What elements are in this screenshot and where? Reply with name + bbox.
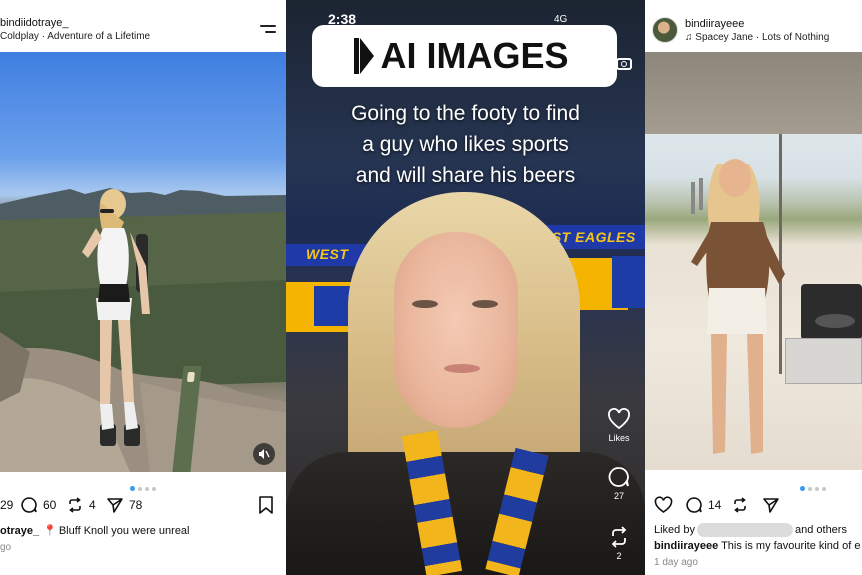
post-caption: otraye_ 📍 Bluff Knoll you were unreal (0, 524, 190, 537)
post-actions-bar: 14 (645, 494, 862, 516)
repost-count: 4 (89, 498, 96, 512)
caption-text: This is my favourite kind of e (721, 540, 861, 552)
stadium-sign-left-text: WEST (306, 246, 349, 262)
avatar[interactable] (652, 17, 678, 43)
post-song-text: Spacey Jane · Lots of Nothing (695, 32, 830, 43)
video-share-button[interactable]: 2 (604, 526, 634, 561)
middle-video-frame: WEST EST EAGLES 2:38 4G AI IMAGES Going … (286, 0, 645, 575)
comment-action[interactable]: 14 (685, 494, 721, 516)
blurred-username (696, 523, 793, 537)
share-icon (107, 498, 123, 513)
post-caption: bindiirayeee This is my favourite kind o… (654, 540, 860, 552)
caption-username[interactable]: bindiirayeee (654, 540, 718, 552)
save-action[interactable] (258, 494, 274, 516)
badge-text: AI IMAGES (380, 35, 569, 76)
repost-action[interactable] (731, 494, 749, 516)
left-eye (412, 300, 438, 308)
like-count: 29 (0, 498, 14, 512)
play-brand-icon (354, 38, 375, 74)
video-like-button[interactable]: Likes (604, 408, 634, 443)
right-instagram-post: bindiirayeee ♫ Spacey Jane · Lots of Not… (645, 0, 862, 575)
left-instagram-post: bindiidotraye_ Coldplay · Adventure of a… (0, 0, 286, 575)
post-header: bindiidotraye_ Coldplay · Adventure of a… (0, 0, 286, 52)
video-caption-overlay: Going to the footy to find a guy who lik… (286, 98, 645, 191)
leather-jacket (286, 452, 645, 575)
right-eye (472, 300, 498, 308)
ai-images-badge: AI IMAGES (312, 25, 617, 87)
carousel-dots (130, 480, 159, 492)
eagles-banner-blue-right (612, 256, 645, 308)
camera-icon[interactable] (616, 58, 632, 70)
video-comments-count: 27 (613, 491, 624, 501)
caption-username[interactable]: otraye_ (0, 525, 39, 537)
post-date: go (0, 542, 12, 553)
hiking-photo[interactable] (0, 52, 286, 472)
repost-icon (69, 497, 81, 513)
comment-action[interactable]: 60 (20, 494, 56, 516)
woman-figure (691, 159, 785, 454)
post-username[interactable]: bindiidotraye_ (0, 17, 69, 29)
caption-line-2: a guy who likes sports (362, 133, 569, 156)
video-shares-count: 2 (616, 551, 622, 561)
video-likes-label: Likes (608, 433, 630, 443)
repost-icon (611, 526, 627, 548)
like-action[interactable] (654, 494, 673, 516)
post-music-label[interactable]: ♫ Spacey Jane · Lots of Nothing (685, 32, 829, 43)
liked-by-prefix: Liked by (654, 523, 695, 536)
share-action[interactable]: 78 (106, 494, 142, 516)
comment-count: 14 (708, 498, 722, 512)
face (394, 232, 518, 428)
post-music-label[interactable]: Coldplay · Adventure of a Lifetime (0, 31, 150, 42)
beach-photo[interactable] (645, 52, 862, 470)
post-actions-bar: 29 60 4 78 (0, 494, 286, 516)
repost-icon (734, 497, 746, 513)
like-action[interactable]: 29 (0, 494, 13, 516)
liked-by-suffix[interactable]: and others (795, 524, 847, 536)
liked-by-line: Liked by and others (654, 523, 847, 537)
heart-icon (608, 408, 630, 430)
caption-line-3: and will share his beers (355, 164, 576, 187)
comment-icon (21, 497, 37, 513)
comment-count: 60 (43, 498, 57, 512)
status-network: 4G (554, 14, 568, 25)
comment-icon (608, 467, 629, 487)
share-action[interactable] (762, 494, 780, 516)
post-header: bindiirayeee ♫ Spacey Jane · Lots of Not… (645, 0, 862, 52)
share-icon (763, 498, 779, 513)
caption-line-1: Going to the footy to find (351, 102, 580, 125)
repost-action[interactable]: 4 (66, 494, 96, 516)
location-pin-icon: 📍 (43, 525, 57, 537)
caption-text: Bluff Knoll you were unreal (58, 525, 190, 537)
lips (444, 364, 480, 373)
mute-icon[interactable] (253, 443, 275, 465)
post-date: 1 day ago (654, 557, 698, 568)
video-comment-button[interactable]: 27 (604, 466, 634, 501)
hiker-figure (82, 189, 150, 446)
music-note-icon: ♫ (685, 32, 696, 43)
menu-icon[interactable] (260, 25, 276, 35)
comment-icon (686, 497, 702, 513)
heart-icon (654, 496, 673, 513)
post-username[interactable]: bindiirayeee (685, 18, 744, 30)
bookmark-icon (259, 496, 273, 514)
share-count: 78 (129, 498, 143, 512)
carousel-dots (800, 480, 829, 492)
